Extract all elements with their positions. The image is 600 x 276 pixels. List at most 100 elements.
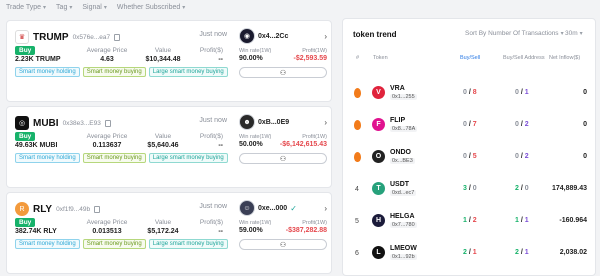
filter-subscribed[interactable]: Whether Subscribed ▾ — [117, 4, 185, 11]
signal-card[interactable]: ♛ TRUMP 0x576e...ea7 Just now Average Pr… — [6, 20, 332, 102]
chevron-down-icon: ▾ — [103, 5, 107, 11]
follow-button[interactable]: ⚇ — [239, 153, 327, 164]
tag: Smart money holding — [15, 153, 80, 163]
token-address[interactable]: 0x1...255 — [390, 94, 417, 100]
token-icon: ♛ — [15, 30, 29, 44]
token-trend-panel: token trend Sort By Number Of Transactio… — [342, 18, 596, 276]
chevron-down-icon: ▾ — [182, 5, 186, 11]
wallet-avatar: ◉ — [239, 28, 255, 44]
net-inflow: 0 — [583, 89, 587, 96]
interval-label: 30m — [565, 30, 578, 37]
token-name: RLY — [33, 203, 53, 215]
token-name: FLIP — [390, 117, 406, 124]
filter-signal[interactable]: Signal ▾ — [82, 4, 106, 11]
buy-sell-address: 0 / 1 — [515, 89, 529, 96]
trend-row[interactable]: 6 L LMEOW 0x1...92b 2 / 1 2 / 1 2,038.02 — [343, 241, 597, 273]
trend-row[interactable]: 5 H HELGA 0x7...780 1 / 2 1 / 1 -160.964 — [343, 209, 597, 241]
stats-values: 49.63K MUBI 0.113637 $5,640.46 -- — [15, 142, 223, 149]
tag: Smart money buying — [82, 67, 146, 77]
token-address[interactable]: 0x7...780 — [390, 222, 417, 228]
token-icon: F — [372, 118, 385, 131]
panel-title: token trend — [353, 30, 397, 39]
buy-sell: 1 / 2 — [463, 217, 477, 224]
stats-header: Average Price Value Profit($) — [86, 219, 223, 226]
net-inflow: 0 — [583, 153, 587, 160]
filter-tag[interactable]: Tag ▾ — [56, 4, 72, 11]
token-name: VRA — [390, 85, 405, 92]
chevron-right-icon[interactable]: › — [324, 204, 327, 213]
verified-icon: ✓ — [290, 203, 297, 213]
token-icon: O — [372, 150, 385, 163]
wallet-address[interactable]: 0xe...000 — [258, 205, 287, 212]
chevron-right-icon[interactable]: › — [324, 32, 327, 41]
trend-row[interactable]: F FLIP 0x8...78A 0 / 7 0 / 2 0 — [343, 113, 597, 145]
col-buy-sell-address[interactable]: Buy/Sell Address — [503, 55, 545, 61]
interval-dropdown[interactable]: 30m ▾ — [565, 30, 583, 37]
follow-button[interactable]: ⚇ — [239, 67, 327, 78]
wallet-address[interactable]: 0x4...2Cc — [258, 33, 288, 40]
token-icon: R — [15, 202, 29, 216]
filter-trade-type[interactable]: Trade Type ▾ — [6, 4, 46, 11]
buy-sell-address: 2 / 0 — [515, 185, 529, 192]
token-name: LMEOW — [390, 245, 417, 252]
tag: Smart money holding — [15, 67, 80, 77]
buy-sell-address: 1 / 1 — [515, 217, 529, 224]
token-icon: V — [372, 86, 385, 99]
filter-label: Trade Type — [6, 4, 42, 11]
profit-value: -$387,282.88 — [285, 227, 327, 234]
chevron-down-icon: ▾ — [43, 5, 47, 11]
col-rank: # — [356, 55, 360, 61]
follow-user-icon: ⚇ — [279, 155, 287, 163]
follow-button[interactable]: ⚇ — [239, 239, 327, 250]
buy-sell: 3 / 0 — [463, 185, 477, 192]
stats-values: 2.23K TRUMP 4.63 $10,344.48 -- — [15, 56, 223, 63]
net-inflow: 2,038.02 — [559, 249, 587, 256]
col-buy-sell[interactable]: Buy/Sell — [460, 55, 480, 61]
col-net-inflow[interactable]: Net Inflow($) — [549, 55, 580, 61]
tag: Large smart money buying — [148, 153, 228, 163]
trend-row[interactable]: 4 T USDT 0xd...ec7 3 / 0 2 / 0 174,889.43 — [343, 177, 597, 209]
fire-icon — [354, 88, 361, 98]
token-name: HELGA — [390, 213, 415, 220]
tag-list: Smart money holding Smart money buying L… — [15, 67, 228, 77]
wallet-avatar: ☻ — [239, 114, 255, 130]
token-name: MUBI — [33, 117, 59, 129]
rank: 4 — [355, 186, 359, 193]
chevron-right-icon[interactable]: › — [324, 118, 327, 127]
wallet-address[interactable]: 0xB...0E9 — [258, 119, 289, 126]
stats-header: Average Price Value Profit($) — [86, 133, 223, 140]
winrate-label: Win rate(1W) — [239, 134, 272, 140]
winrate-value: 90.00% — [239, 55, 263, 62]
copy-icon[interactable] — [104, 119, 111, 127]
sort-label: Sort By Number Of Transactions — [465, 30, 559, 37]
buy-sell-address: 0 / 2 — [515, 121, 529, 128]
profit-value: -$2,593.59 — [293, 55, 327, 62]
copy-icon[interactable] — [114, 33, 121, 41]
token-address[interactable]: 0x...BE3 — [390, 158, 415, 164]
sort-dropdown[interactable]: Sort By Number Of Transactions ▾ — [465, 30, 564, 37]
timestamp: Just now — [199, 31, 227, 38]
buy-badge: Buy — [15, 218, 36, 227]
filter-label: Whether Subscribed — [116, 4, 181, 11]
timestamp: Just now — [199, 117, 227, 124]
winrate-value: 50.00% — [239, 141, 263, 148]
trend-row[interactable]: O ONDO 0x...BE3 0 / 5 0 / 2 0 — [343, 145, 597, 177]
chevron-down-icon: ▾ — [69, 5, 73, 11]
buy-sell-address: 2 / 1 — [515, 249, 529, 256]
token-name: TRUMP — [33, 31, 69, 43]
signal-card[interactable]: ◎ MUBI 0x38e3...E93 Just now Average Pri… — [6, 106, 332, 188]
token-address[interactable]: 0xd...ec7 — [390, 190, 417, 196]
token-address: 0x38e3...E93 — [62, 119, 101, 127]
tag-list: Smart money holding Smart money buying L… — [15, 153, 228, 163]
signal-card[interactable]: R RLY 0xf1f9...49b Just now Average Pric… — [6, 192, 332, 274]
token-name: USDT — [390, 181, 410, 188]
rank: 5 — [355, 218, 359, 225]
net-inflow: 174,889.43 — [551, 185, 587, 192]
token-address[interactable]: 0x1...92b — [390, 254, 417, 260]
buy-badge: Buy — [15, 46, 36, 55]
copy-icon[interactable] — [94, 205, 101, 213]
net-inflow: -160.964 — [559, 217, 587, 224]
token-address[interactable]: 0x8...78A — [390, 126, 418, 132]
filter-bar: Trade Type ▾ Tag ▾ Signal ▾ Whether Subscri… — [6, 4, 185, 11]
trend-row[interactable]: V VRA 0x1...255 0 / 8 0 / 1 0 — [343, 81, 597, 113]
